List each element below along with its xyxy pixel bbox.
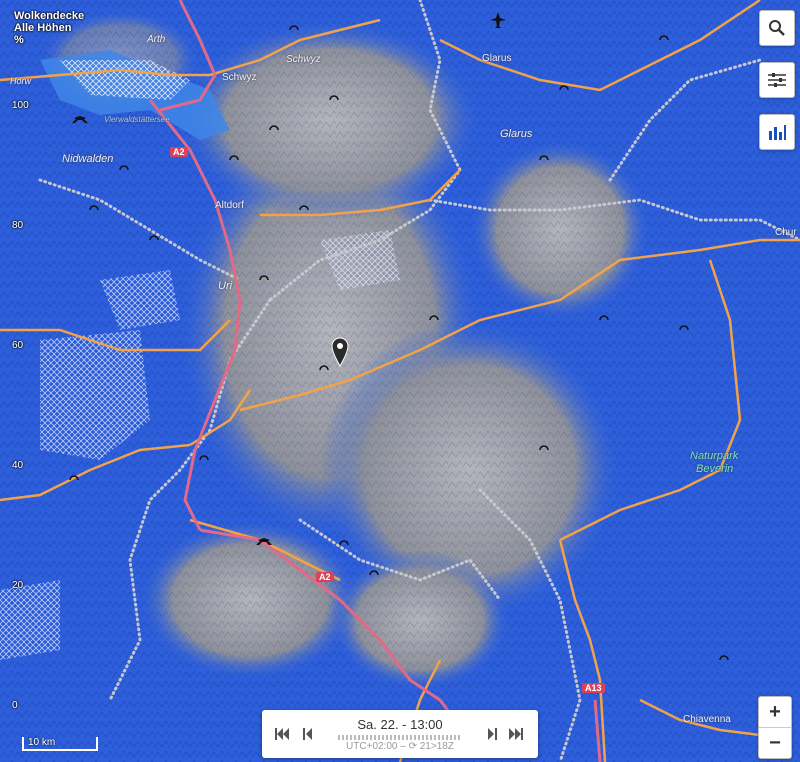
place-label: Arth <box>147 34 166 45</box>
legend-line-2: Alle Höhen <box>14 22 72 34</box>
time-slider[interactable] <box>338 735 462 740</box>
bar-chart-icon <box>769 125 786 140</box>
zoom-out-button[interactable]: − <box>759 727 791 758</box>
time-panel: Sa. 22. - 13:00 UTC+02:00 – ⟳ 21>18Z <box>262 710 538 758</box>
place-label: Glarus <box>500 128 533 140</box>
place-label: Horw <box>10 76 32 86</box>
place-label: Schwyz <box>222 72 257 83</box>
place-label: Altdorf <box>215 200 244 211</box>
place-label: Naturpark <box>690 450 739 462</box>
road-shield: A2 <box>170 147 188 157</box>
search-button[interactable] <box>759 10 795 46</box>
legend-unit: % <box>14 34 24 46</box>
time-subtitle: UTC+02:00 – ⟳ 21>18Z <box>346 741 454 752</box>
hatched-area <box>0 580 60 660</box>
place-label: Chur <box>775 227 797 238</box>
scale-tick: 20 <box>12 580 24 591</box>
settings-button[interactable] <box>759 62 795 98</box>
place-label: Beverin <box>696 463 734 475</box>
place-label: Schwyz <box>286 54 321 65</box>
chart-button[interactable] <box>759 114 795 150</box>
legend-line-1: Wolkendecke <box>14 10 85 22</box>
road-shield: A13 <box>582 683 605 693</box>
first-frame-button[interactable] <box>274 726 290 742</box>
scale-bar: 10 km <box>22 737 98 751</box>
sliders-icon <box>768 73 786 87</box>
search-icon <box>769 20 785 36</box>
next-frame-button[interactable] <box>484 726 500 742</box>
previous-frame-button[interactable] <box>300 726 316 742</box>
road-shield: A2 <box>316 572 334 582</box>
scale-tick: 60 <box>12 340 24 351</box>
legend-title: Wolkendecke Alle Höhen % <box>14 10 84 46</box>
scale-tick: 100 <box>12 100 29 111</box>
skip-forward-icon <box>509 728 523 740</box>
step-back-icon <box>303 728 312 740</box>
place-label: Uri <box>218 280 233 292</box>
place-label: Glarus <box>482 53 512 64</box>
last-frame-button[interactable] <box>508 726 524 742</box>
place-label: Chiavenna <box>683 714 731 725</box>
zoom-control: + − <box>758 696 792 759</box>
scale-tick: 80 <box>12 220 24 231</box>
step-forward-icon <box>488 728 497 740</box>
scale-tick: 0 <box>12 700 18 711</box>
place-label: Nidwalden <box>62 153 114 165</box>
scale-tick: 40 <box>12 460 24 471</box>
zoom-in-button[interactable]: + <box>759 697 791 727</box>
place-label: Vierwaldstättersee <box>104 115 170 124</box>
skip-back-icon <box>275 728 289 740</box>
